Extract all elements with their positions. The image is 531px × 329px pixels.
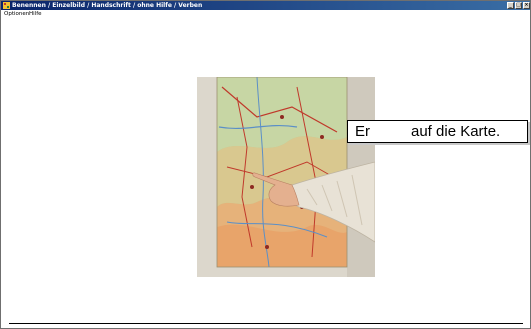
divider <box>9 323 523 324</box>
exercise-picture <box>197 77 375 277</box>
sentence-end: auf die Karte. <box>411 123 501 140</box>
sentence-start: Er <box>355 123 370 140</box>
map-pointing-photo <box>197 77 375 277</box>
menu-item-optionen[interactable]: Optionen <box>4 10 29 18</box>
minimize-button[interactable]: _ <box>507 2 514 9</box>
menu-item-hilfe[interactable]: Hilfe <box>29 10 42 18</box>
sentence-box[interactable]: Er auf die Karte. <box>347 120 528 143</box>
title-bar[interactable]: Benennen / Einzelbild / Handschrift / oh… <box>1 1 530 10</box>
menu-bar: Optionen Hilfe <box>1 10 530 18</box>
application-window: Benennen / Einzelbild / Handschrift / oh… <box>0 0 531 329</box>
app-icon <box>3 2 10 9</box>
wall-map <box>216 77 348 268</box>
maximize-button[interactable]: □ <box>515 2 522 9</box>
close-button[interactable]: × <box>523 2 530 9</box>
window-title: Benennen / Einzelbild / Handschrift / oh… <box>12 2 203 9</box>
